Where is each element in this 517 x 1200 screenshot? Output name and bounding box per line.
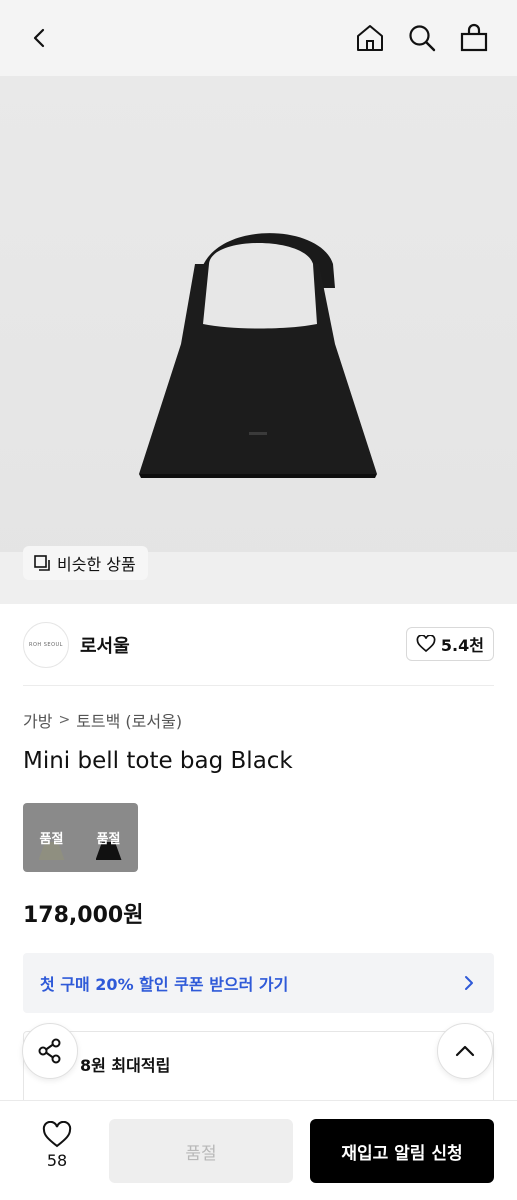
option-thumbnail[interactable]: 품절	[23, 803, 80, 872]
sold-out-label: 품절	[39, 832, 64, 847]
shopping-bag-icon	[460, 23, 488, 52]
share-button[interactable]	[22, 1023, 78, 1079]
breadcrumb: 가방 > 토트백 (로서울)	[23, 708, 182, 732]
home-button[interactable]	[352, 20, 388, 56]
points-box: 8원 최대적립	[23, 1031, 494, 1111]
seller-logo: ROH SEOUL	[23, 622, 69, 668]
scroll-top-button[interactable]	[437, 1023, 493, 1079]
seller-name[interactable]: 로서울	[80, 632, 130, 658]
similar-products-label: 비슷한 상품	[57, 555, 136, 574]
seller-like-count: 5.4천	[440, 636, 484, 655]
home-icon	[357, 25, 383, 51]
wish-count: 58	[46, 1151, 68, 1170]
coupon-text: 첫 구매 20% 할인 쿠폰 받으러 가기	[40, 975, 289, 994]
chevron-right-icon: >	[58, 712, 71, 728]
search-icon	[409, 25, 436, 52]
option-thumbnail[interactable]: 품절	[80, 803, 137, 872]
product-title: Mini bell tote bag Black	[23, 748, 293, 774]
back-button[interactable]	[22, 20, 58, 56]
sold-out-button: 품절	[109, 1119, 293, 1183]
chevron-up-icon	[455, 1045, 475, 1057]
wish-button[interactable]: 58	[30, 1121, 84, 1170]
breadcrumb-subcategory[interactable]: 토트백 (로서울)	[76, 708, 182, 732]
option-thumbnails: 품절 품절	[23, 803, 138, 872]
search-button[interactable]	[404, 20, 440, 56]
coupon-banner[interactable]: 첫 구매 20% 할인 쿠폰 받으러 가기	[23, 953, 494, 1013]
chevron-right-icon	[465, 976, 473, 990]
heart-icon	[42, 1121, 72, 1148]
copy-icon	[34, 555, 50, 571]
bottom-action-bar: 58 품절 재입고 알림 신청	[0, 1100, 517, 1200]
product-image[interactable]: 비슷한 상품	[0, 76, 517, 604]
heart-icon	[416, 635, 436, 653]
sold-out-label: 품절	[96, 832, 121, 847]
seller-row[interactable]: ROH SEOUL 로서울 5.4천	[23, 604, 494, 686]
chevron-left-icon	[33, 28, 45, 48]
similar-products-button[interactable]: 비슷한 상품	[23, 546, 148, 580]
seller-like-button[interactable]: 5.4천	[405, 627, 494, 661]
tote-bag-image	[139, 233, 377, 478]
breadcrumb-category[interactable]: 가방	[23, 708, 52, 732]
cart-button[interactable]	[456, 20, 492, 56]
product-price: 178,000원	[23, 903, 144, 928]
share-icon	[38, 1038, 61, 1064]
points-text: 8원 최대적립	[80, 1056, 171, 1075]
top-header	[0, 0, 517, 76]
restock-notify-button[interactable]: 재입고 알림 신청	[310, 1119, 494, 1183]
